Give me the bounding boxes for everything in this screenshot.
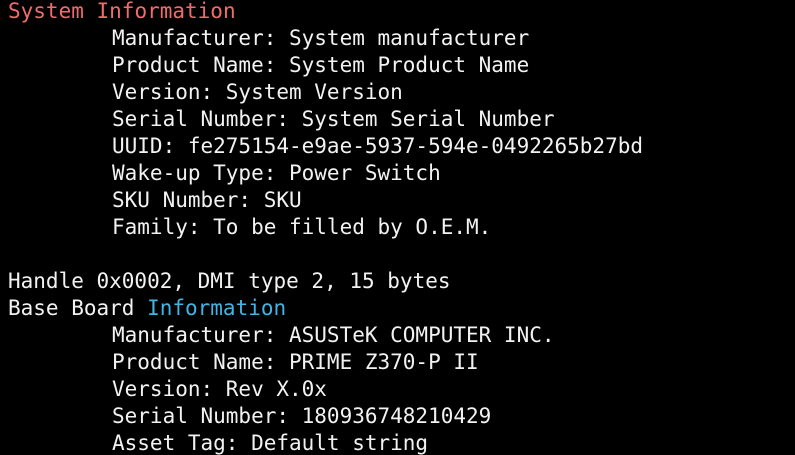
baseboard-serial-number-line: Serial Number: 180936748210429 bbox=[112, 404, 492, 428]
system-family-line: Family: To be filled by O.E.M. bbox=[112, 215, 492, 239]
handle-line: Handle 0x0002, DMI type 2, 15 bytes bbox=[8, 269, 451, 293]
system-sku-number-line: SKU Number: SKU bbox=[112, 188, 302, 212]
baseboard-version-line: Version: Rev X.0x bbox=[112, 377, 327, 401]
system-product-name-line: Product Name: System Product Name bbox=[112, 53, 530, 77]
system-uuid-line: UUID: fe275154-e9ae-5937-594e-0492265b27… bbox=[112, 134, 644, 158]
system-manufacturer-line: Manufacturer: System manufacturer bbox=[112, 26, 530, 50]
base-board-information-heading: Base Board Information bbox=[8, 295, 286, 322]
information-heading-word: Information bbox=[96, 0, 236, 23]
base-board-heading-prefix: Base Board bbox=[8, 296, 148, 320]
system-heading-word: System bbox=[8, 0, 84, 23]
baseboard-asset-tag-line: Asset Tag: Default string bbox=[112, 431, 429, 455]
system-version-line: Version: System Version bbox=[112, 80, 403, 104]
system-serial-number-line: Serial Number: System Serial Number bbox=[112, 107, 555, 131]
base-board-heading-highlight: Information bbox=[147, 296, 287, 320]
baseboard-manufacturer-line: Manufacturer: ASUSTeK COMPUTER INC. bbox=[112, 323, 555, 347]
terminal-window[interactable]: System Information Manufacturer: System … bbox=[2, 0, 795, 455]
system-wakeup-type-line: Wake-up Type: Power Switch bbox=[112, 161, 441, 185]
system-information-heading: System Information bbox=[8, 0, 236, 25]
baseboard-product-name-line: Product Name: PRIME Z370-P II bbox=[112, 350, 479, 374]
